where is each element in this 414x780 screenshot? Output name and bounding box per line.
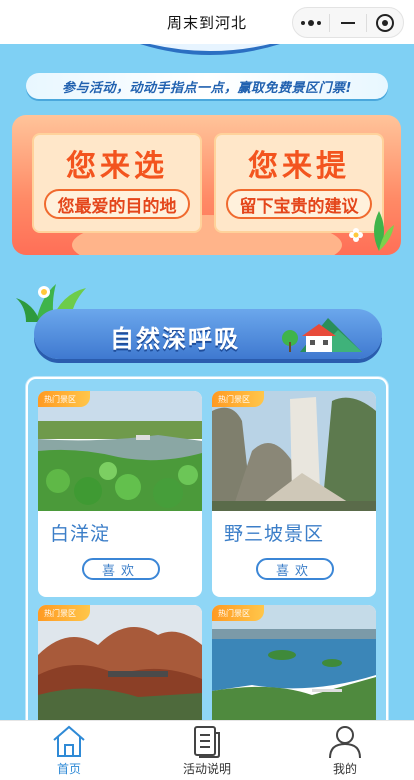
document-icon	[194, 726, 220, 758]
tab-mine[interactable]: 我的	[276, 721, 414, 780]
minimize-button[interactable]	[330, 8, 366, 37]
target-close-icon	[376, 13, 394, 32]
lake-photo	[212, 605, 376, 725]
tab-activity-info-label: 活动说明	[182, 762, 231, 776]
tab-mine-label: 我的	[332, 762, 357, 776]
user-icon	[329, 726, 361, 759]
hot-tag: 热门景区	[212, 391, 264, 407]
more-dots-icon	[301, 19, 321, 26]
scenic-card-mountain[interactable]: 热门景区	[38, 605, 202, 735]
page-title: 周末到河北	[166, 13, 247, 32]
scenic-card-lake[interactable]: 热门景区	[212, 605, 376, 735]
like-button[interactable]: 喜欢	[82, 558, 160, 580]
tab-home-label: 首页	[56, 762, 81, 776]
choose-subtitle: 您最爱的目的地	[44, 189, 190, 219]
slogan-text: 参与活动，动动手指点一点，赢取免费景区门票!	[62, 80, 352, 96]
mountain-photo	[38, 605, 202, 725]
scenic-name: 白洋淀	[50, 523, 111, 545]
promo-card[interactable]: 您来选 您最爱的目的地 您来提 留下宝贵的建议	[12, 115, 401, 255]
flower-icon	[349, 228, 363, 242]
choose-heading: 您来选	[66, 149, 168, 184]
minimize-icon	[341, 21, 355, 24]
scenic-grid-panel: 热门景区 白洋淀 喜欢 热门景区 野三坡景区 喜欢 热门景区 热门景区	[26, 377, 388, 737]
scenic-card-yesanpo[interactable]: 热门景区 野三坡景区 喜欢	[212, 391, 376, 597]
house-scene-icon	[282, 318, 362, 352]
suggest-heading: 您来提	[248, 149, 350, 184]
suggestion-panel[interactable]: 您来提 留下宝贵的建议	[214, 133, 384, 233]
more-button[interactable]	[293, 8, 329, 37]
yesanpo-photo	[212, 391, 376, 511]
section-title: 自然深呼吸	[110, 325, 240, 353]
close-button[interactable]	[367, 8, 403, 37]
top-navigation-bar: 周末到河北	[0, 0, 414, 44]
scenic-card-baiyangdian[interactable]: 热门景区 白洋淀 喜欢	[38, 391, 202, 597]
mini-program-capsule	[292, 7, 404, 38]
baiyangdian-photo	[38, 391, 202, 511]
home-icon	[53, 725, 85, 757]
scenic-name: 野三坡景区	[224, 523, 325, 545]
hot-tag: 热门景区	[212, 605, 264, 621]
like-button[interactable]: 喜欢	[256, 558, 334, 580]
activity-slogan-banner: 参与活动，动动手指点一点，赢取免费景区门票!	[26, 73, 388, 99]
choose-destination-panel[interactable]: 您来选 您最爱的目的地	[32, 133, 202, 233]
leaf-icon	[374, 211, 394, 251]
hot-tag: 热门景区	[38, 605, 90, 621]
tab-home[interactable]: 首页	[0, 721, 138, 780]
decorative-wave	[140, 44, 280, 55]
bottom-tab-bar: 首页 活动说明 我的	[0, 720, 414, 780]
tab-activity-info[interactable]: 活动说明	[138, 721, 276, 780]
hot-tag: 热门景区	[38, 391, 90, 407]
suggest-subtitle: 留下宝贵的建议	[226, 189, 372, 219]
